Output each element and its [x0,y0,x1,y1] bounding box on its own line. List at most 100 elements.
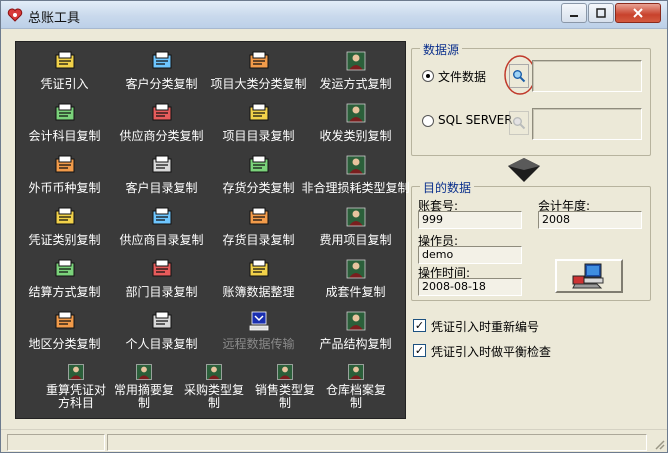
tool-voucher-import[interactable]: 凭证引入 [16,47,113,97]
tool-label: 费用项目复制 [319,233,392,247]
tool-account-subject[interactable]: 会计科目复制 [16,99,113,149]
tool-product-structure[interactable]: 产品结构复制 [307,307,404,357]
tool-project-catalog[interactable]: 项目目录复制 [210,99,307,149]
sql-server-radio[interactable] [422,115,434,127]
tool-sales-type[interactable]: 销售类型复制 [245,360,325,410]
tool-ledger-data[interactable]: 账簿数据整理 [210,255,307,305]
tool-project-class[interactable]: 项目大类分类复制 [210,47,307,97]
tool-voucher-type[interactable]: 凭证类别复制 [16,203,113,253]
tool-region-category[interactable]: 地区分类复制 [16,307,113,357]
file-data-radio[interactable] [422,70,434,82]
tool-label: 项目大类分类复制 [210,77,307,91]
tool-label: 产品结构复制 [319,337,392,351]
tool-label: 仓库档案复制 [326,383,387,410]
maximize-button[interactable] [588,3,614,23]
tool-expense-item[interactable]: 费用项目复制 [307,203,404,253]
target-data-title: 目的数据 [420,179,475,196]
login-computer-button[interactable] [555,259,623,293]
tool-label: 项目目录复制 [222,129,295,143]
minimize-button[interactable] [561,3,587,23]
balance-check-label: 凭证引入时做平衡检查 [431,345,552,359]
search-icon [513,117,526,130]
tool-label: 账簿数据整理 [222,285,295,299]
tool-common-summary[interactable]: 常用摘要复制 [104,360,184,410]
close-button[interactable] [615,3,661,23]
tool-kit[interactable]: 成套件复制 [307,255,404,305]
tool-label: 收发类别复制 [319,129,392,143]
account-set-field: 999 [418,211,522,229]
tool-label: 存货目录复制 [222,233,295,247]
close-icon [633,8,643,18]
tool-label: 供应商目录复制 [119,233,204,247]
tool-customer-category[interactable]: 客户分类复制 [113,47,210,97]
common-summary-icon [136,364,152,380]
tool-label: 非合理损耗类型复制 [301,181,410,195]
kit-icon [346,259,365,279]
tool-remote-transfer: 远程数据传输 [210,307,307,357]
renumber-label: 凭证引入时重新编号 [431,320,540,334]
tool-label: 外币币种复制 [28,181,101,195]
receive-dispatch-icon [346,103,365,123]
tool-inventory-category[interactable]: 存货分类复制 [210,151,307,201]
fiscal-year-field: 2008 [538,211,642,229]
balance-check-checkbox[interactable]: ✓ [413,344,426,357]
tool-personal-catalog[interactable]: 个人目录复制 [113,307,210,357]
tool-warehouse[interactable]: 仓库档案复制 [316,360,396,410]
region-category-icon [55,311,74,329]
resize-grip-icon[interactable] [653,438,665,450]
sql-path-input[interactable] [532,108,642,140]
minimize-icon [570,15,578,17]
project-catalog-icon [249,103,268,121]
tool-department-catalog[interactable]: 部门目录复制 [113,255,210,305]
tool-label: 发运方式复制 [319,77,392,91]
currency-icon [55,155,74,173]
file-data-label: 文件数据 [438,70,487,84]
status-pane-right [107,434,647,451]
tool-supplier-category[interactable]: 供应商分类复制 [113,99,210,149]
project-class-icon [249,51,268,69]
account-subject-icon [55,103,74,121]
tool-label: 成套件复制 [325,285,386,299]
renumber-checkbox[interactable]: ✓ [413,319,426,332]
tool-label: 客户目录复制 [125,181,198,195]
tool-currency[interactable]: 外币币种复制 [16,151,113,201]
tool-label: 采购类型复制 [184,383,245,410]
tool-receive-dispatch[interactable]: 收发类别复制 [307,99,404,149]
tool-shipping-method[interactable]: 发运方式复制 [307,47,404,97]
tool-inventory-catalog[interactable]: 存货目录复制 [210,203,307,253]
customer-catalog-icon [152,155,171,173]
sales-type-icon [277,364,293,380]
title-bar[interactable]: 总账工具 [1,1,667,29]
shipping-method-icon [346,51,365,71]
loss-type-icon [346,155,365,175]
tool-label: 供应商分类复制 [119,129,204,143]
voucher-type-icon [55,207,74,225]
tool-supplier-catalog[interactable]: 供应商目录复制 [113,203,210,253]
tool-purchase-type[interactable]: 采购类型复制 [174,360,254,410]
recalc-voucher-icon [68,364,84,380]
tool-label: 个人目录复制 [125,337,198,351]
inventory-category-icon [249,155,268,173]
tool-label: 会计科目复制 [28,129,101,143]
maximize-icon [596,8,606,18]
down-arrow-icon [508,158,540,182]
tool-settlement-method[interactable]: 结算方式复制 [16,255,113,305]
file-path-input[interactable] [532,60,642,92]
tool-label: 地区分类复制 [28,337,101,351]
status-pane-left [7,434,105,451]
ledger-data-icon [249,259,268,277]
department-catalog-icon [152,259,171,277]
customer-category-icon [152,51,171,69]
data-source-group: 数据源 文件数据 SQL SERVER [411,41,651,156]
voucher-import-icon [55,51,74,69]
tool-label: 部门目录复制 [125,285,198,299]
inventory-catalog-icon [249,207,268,225]
tool-customer-catalog[interactable]: 客户目录复制 [113,151,210,201]
supplier-category-icon [152,103,171,121]
main-window: 总账工具 凭证引入 客户分类复制 项目大类分类复制 发运方式复制会计科目复制 供应商分类… [0,0,668,453]
sql-browse-button[interactable] [509,111,529,135]
tool-loss-type[interactable]: 非合理损耗类型复制 [302,151,410,201]
tools-panel: 凭证引入 客户分类复制 项目大类分类复制 发运方式复制会计科目复制 供应商分类复制 项目目… [15,41,410,419]
computer-icon [572,263,604,289]
tool-label: 重算凭证对方科目 [46,383,107,410]
